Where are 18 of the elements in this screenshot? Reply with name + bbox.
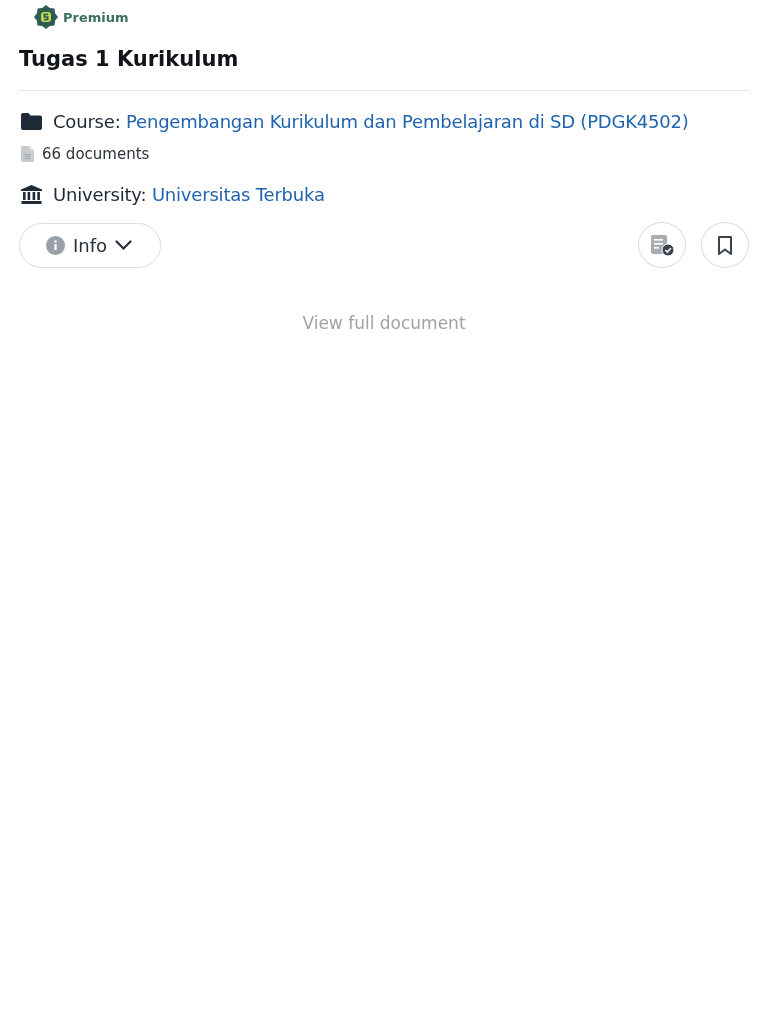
document-title: Tugas 1 Kurikulum	[19, 46, 240, 73]
document-check-button[interactable]	[638, 222, 686, 268]
info-button[interactable]: Info	[19, 222, 161, 268]
document-check-icon	[650, 234, 674, 256]
document-count: 66 documents	[42, 145, 150, 163]
bookmark-button[interactable]	[701, 222, 749, 268]
bookmark-icon	[718, 235, 732, 255]
document-icon	[21, 146, 34, 162]
building-icon	[21, 184, 42, 204]
course-link[interactable]: Pengembangan Kurikulum dan Pembelajaran di SD (PDGK4502)	[126, 110, 689, 132]
university-link[interactable]: Universitas Terbuka	[151, 183, 325, 205]
folder-icon	[21, 112, 42, 130]
premium-label: Premium	[63, 9, 129, 25]
university-info: University: Universitas Terbuka	[53, 183, 325, 205]
badge-icon	[34, 5, 58, 29]
course-info: Course: Pengembangan Kurikulum dan Pembelajaran di SD (PDGK4502)	[53, 110, 689, 132]
chevron-icon	[115, 240, 133, 250]
info-icon	[46, 235, 65, 255]
